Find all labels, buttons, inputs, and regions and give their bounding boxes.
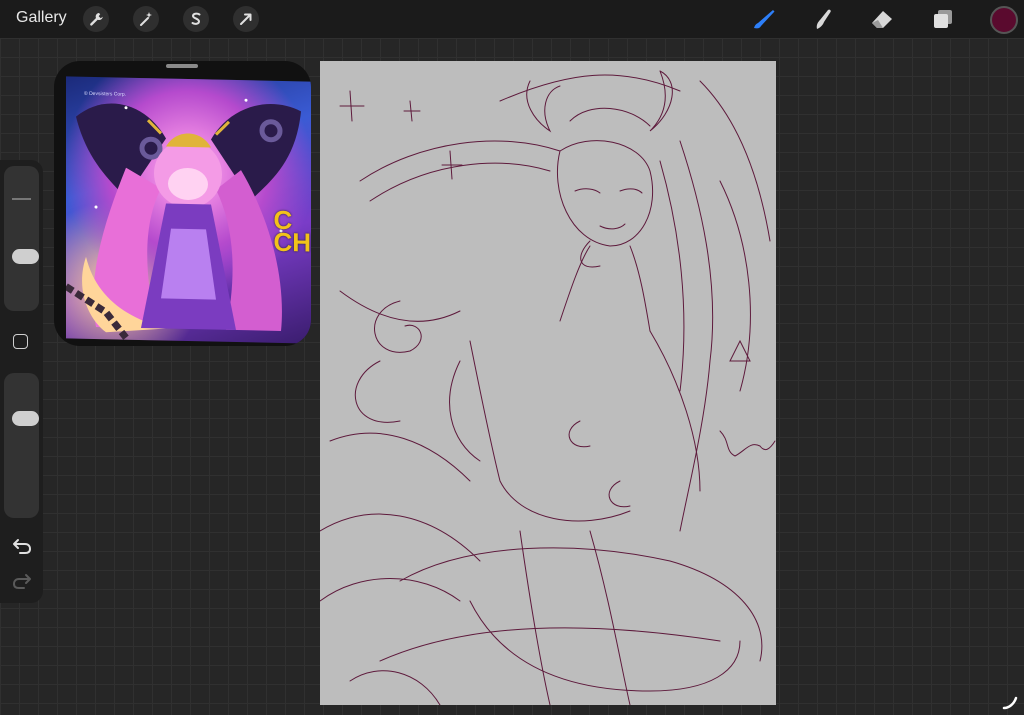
top-toolbar: Gallery — [0, 0, 1024, 38]
reference-drag-handle[interactable] — [166, 64, 198, 68]
arrow-cursor-icon[interactable] — [233, 6, 259, 32]
gallery-button[interactable]: Gallery — [16, 9, 67, 27]
sketch-strokes — [319, 70, 776, 706]
reference-image: © Devsisters Corp. C CH — [66, 76, 311, 344]
reference-copyright: © Devsisters Corp. — [84, 90, 127, 98]
gesture-corner-icon[interactable] — [1002, 694, 1018, 710]
drawing-canvas[interactable] — [319, 61, 776, 706]
reference-logo-text: C CH — [273, 204, 311, 258]
layers-icon[interactable] — [929, 6, 957, 32]
sidebar — [0, 160, 43, 603]
redo-icon[interactable] — [11, 571, 33, 591]
modify-button[interactable] — [13, 334, 28, 349]
smudge-icon[interactable] — [809, 6, 837, 32]
color-picker-button[interactable] — [990, 6, 1018, 34]
wrench-icon[interactable] — [83, 6, 109, 32]
brush-size-thumb[interactable] — [12, 249, 39, 264]
magic-wand-icon[interactable] — [133, 6, 159, 32]
eraser-icon[interactable] — [868, 6, 896, 32]
brush-icon[interactable] — [750, 6, 778, 32]
slider-tick — [12, 198, 31, 200]
opacity-slider[interactable] — [4, 373, 39, 518]
brush-size-slider[interactable] — [4, 166, 39, 311]
reference-window[interactable]: © Devsisters Corp. C CH — [54, 61, 311, 346]
opacity-thumb[interactable] — [12, 411, 39, 426]
undo-icon[interactable] — [11, 536, 33, 556]
selection-s-icon[interactable] — [183, 6, 209, 32]
